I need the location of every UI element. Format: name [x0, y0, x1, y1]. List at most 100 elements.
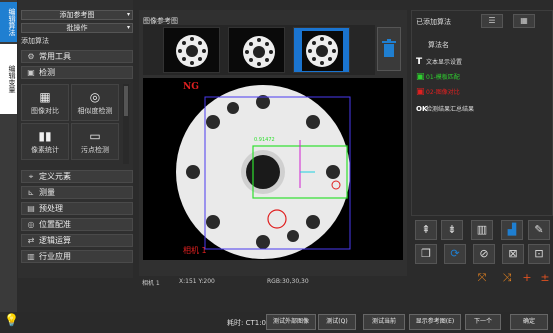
delete-button[interactable]: ▥ [471, 220, 493, 240]
stain-icon: ▭ [89, 129, 101, 143]
move-down-icon: ⇟ [447, 223, 457, 236]
copy-icon: ❐ [421, 247, 431, 260]
flange-thumbnail-image [302, 31, 343, 71]
disable-button[interactable]: ⊘ [473, 244, 495, 264]
zoom-icon: ⊡ [534, 247, 544, 260]
ng-result-label: NG [183, 82, 199, 92]
move-up-icon: ⇞ [421, 223, 431, 236]
remove-point-button[interactable]: ± [534, 269, 553, 289]
chevron-down-icon: ▾ [126, 24, 130, 31]
delete-reference-button[interactable] [377, 27, 401, 71]
test-current-button[interactable]: 测试当前 [363, 314, 405, 330]
list-icon: ☰ [488, 16, 496, 25]
camera-icon: ▣ [27, 68, 35, 77]
edit-button[interactable]: ✎ [528, 220, 550, 240]
industry-icon: ▥ [27, 252, 35, 261]
category-measure[interactable]: ⊾ 测量 [21, 186, 133, 199]
flange-thumbnail-image [176, 35, 208, 67]
brush-icon: ▟ [507, 223, 517, 236]
template-match-icon: ▣ [416, 72, 425, 82]
reference-thumbnail[interactable] [163, 27, 220, 73]
category-registration[interactable]: ◎ 位置配准 [21, 218, 133, 231]
category-label: 位置配准 [39, 220, 71, 229]
sync-button[interactable]: ⟳ [444, 244, 466, 264]
algorithm-name-header: 算法名 [428, 41, 449, 49]
image-compare-icon: ▣ [416, 87, 425, 97]
move-up-button[interactable]: ⇞ [415, 220, 437, 240]
batch-label: 批操作 [66, 24, 88, 32]
algorithm-toolbar: ⇞ ⇟ ▥ ▟ ✎ ❐ ⟳ ⊘ ⊠ ⊡ ⤧ ⤨ + ± [411, 220, 553, 290]
zoom-button[interactable]: ⊡ [528, 244, 550, 264]
add-reference-dropdown[interactable]: 添加参考图 ▾ [21, 10, 133, 20]
trash-icon: ▥ [476, 223, 488, 236]
tile-label: 污点检测 [81, 146, 109, 154]
category-industry[interactable]: ▥ 行业应用 [21, 250, 133, 263]
marker-icon: ⤧ [477, 271, 487, 284]
category-label: 逻辑运算 [39, 236, 71, 245]
grid-icon: ▦ [520, 16, 528, 25]
category-logic[interactable]: ⇄ 逻辑运算 [21, 234, 133, 247]
app-root: 编辑算法 编辑变量 添加参考图 ▾ 批操作 ▾ 添加算法 ⚙ 常用工具 ▣ 检测 ▦ 图像… [0, 0, 553, 333]
tool-grid-scrollbar[interactable] [123, 84, 129, 164]
reference-thumbnail-selected[interactable] [293, 27, 350, 73]
image-status-bar: 相机 1 X:151 Y:200 RGB:30,30,30 [139, 276, 407, 290]
tile-label: 图像对比 [31, 107, 59, 115]
tile-stain-detect[interactable]: ▭ 污点检测 [71, 123, 119, 160]
element-icon: ⌖ [28, 172, 34, 181]
category-common-tools[interactable]: ⚙ 常用工具 [21, 50, 133, 63]
lightbulb-icon: 💡 [4, 313, 19, 327]
algorithm-item[interactable]: T 文本显示设置 [416, 57, 462, 67]
crop-icon: ⊠ [508, 247, 518, 260]
show-reference-button[interactable]: 显示参考图(E) [409, 314, 461, 330]
test-external-image-button[interactable]: 测试外部图像 [266, 314, 316, 330]
algorithm-label: 01-模板匹配 [426, 74, 460, 81]
tile-image-compare[interactable]: ▦ 图像对比 [21, 84, 69, 121]
move-down-button[interactable]: ⇟ [441, 220, 463, 240]
tile-similarity[interactable]: ◎ 相似度检测 [71, 84, 119, 121]
copy-button[interactable]: ❐ [415, 244, 437, 264]
flange-thumbnail-image [243, 36, 275, 68]
tab-edit-variable[interactable]: 编辑变量 [0, 44, 17, 114]
algorithm-item[interactable]: OK检测结果汇总结果 [416, 104, 474, 113]
category-define-element[interactable]: ⌖ 定义元素 [21, 170, 133, 183]
ok-icon: OK [416, 105, 428, 113]
status-camera: 相机 1 [142, 280, 160, 287]
chevron-down-icon: ▾ [126, 11, 130, 18]
reference-thumbnail[interactable] [228, 27, 285, 73]
category-label: 行业应用 [39, 252, 71, 261]
marker-button[interactable]: ⤧ [471, 269, 493, 289]
marker-button[interactable]: ⤨ [496, 269, 518, 289]
status-rgb: RGB:30,30,30 [267, 278, 309, 285]
target-icon: ◎ [27, 220, 35, 229]
list-view-button[interactable]: ☰ [481, 14, 503, 28]
grid-view-button[interactable]: ▦ [513, 14, 535, 28]
reference-thumbnail-strip [143, 25, 375, 75]
add-reference-label: 添加参考图 [59, 11, 95, 19]
test-button[interactable]: 测试(Q) [318, 314, 356, 330]
algorithm-item[interactable]: ▣01-模板匹配 [416, 72, 460, 82]
algorithm-item[interactable]: ▣02-图像对比 [416, 87, 460, 97]
edit-icon: ✎ [534, 223, 544, 236]
match-score-label: 0.91472 [254, 137, 275, 143]
gear-icon: ⚙ [27, 52, 35, 61]
category-preprocess[interactable]: ▤ 预处理 [21, 202, 133, 215]
filter-icon: ▤ [27, 204, 35, 213]
marker-icon: ⤨ [502, 271, 512, 284]
category-label: 测量 [39, 188, 55, 197]
minus-icon: ± [540, 271, 550, 284]
confirm-button[interactable]: 确定 [510, 314, 548, 330]
batch-dropdown[interactable]: 批操作 ▾ [21, 23, 133, 33]
image-viewer[interactable] [143, 78, 403, 260]
tile-label: 像素统计 [31, 146, 59, 154]
crop-button[interactable]: ⊠ [502, 244, 524, 264]
status-coords: X:151 Y:200 [179, 278, 215, 285]
add-algorithm-label: 添加算法 [21, 37, 49, 45]
scroll-thumb[interactable] [124, 86, 128, 116]
clear-button[interactable]: ▟ [501, 220, 523, 240]
algorithm-label: 检测结果汇总结果 [426, 106, 475, 113]
category-detection[interactable]: ▣ 检测 [21, 66, 133, 79]
tab-edit-algorithm[interactable]: 编辑算法 [0, 2, 17, 42]
tile-pixel-stats[interactable]: ▮▮ 像素统计 [21, 123, 69, 160]
next-button[interactable]: 下一个 [465, 314, 501, 330]
image-compare-icon: ▦ [39, 90, 51, 104]
